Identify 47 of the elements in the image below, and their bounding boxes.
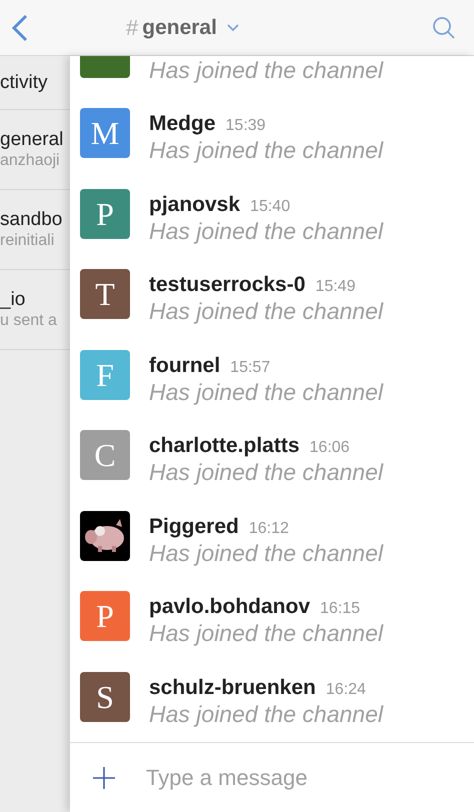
back-icon[interactable] bbox=[10, 12, 30, 42]
message-text: Has joined the channel bbox=[149, 619, 383, 647]
channel-item-preview: u sent a bbox=[0, 310, 58, 330]
user-name: Medge bbox=[149, 111, 216, 137]
user-name: Piggered bbox=[149, 514, 239, 540]
channel-title[interactable]: # general bbox=[126, 11, 239, 44]
channel-item-preview: anzhaoji bbox=[0, 150, 61, 170]
channel-name: general bbox=[142, 14, 217, 41]
message-text: Has joined the channel bbox=[149, 297, 383, 325]
message-text: Has joined the channel bbox=[149, 458, 383, 486]
message-text: Has joined the channel bbox=[149, 378, 383, 406]
hash-symbol: # bbox=[126, 14, 138, 42]
chevron-down-icon bbox=[226, 24, 239, 32]
message-text: Has joined the channel bbox=[149, 700, 383, 728]
message-time: 15:39 bbox=[226, 116, 266, 136]
avatar: M bbox=[80, 108, 130, 158]
avatar: C bbox=[80, 430, 130, 480]
message-text: Has joined the channel bbox=[149, 216, 383, 244]
message-time: 16:15 bbox=[320, 599, 360, 619]
message-time: 15:49 bbox=[315, 277, 356, 297]
user-name: charlotte.platts bbox=[149, 433, 300, 459]
message-text: Has joined the channel bbox=[149, 136, 383, 164]
avatar: P bbox=[80, 591, 130, 641]
search-icon[interactable] bbox=[432, 16, 456, 40]
message-text: Has joined the channel bbox=[149, 538, 383, 566]
message-text: Has joined the channel bbox=[149, 56, 383, 84]
channel-item-title: general bbox=[0, 128, 64, 150]
channel-item-preview: reinitiali bbox=[0, 230, 56, 250]
user-name: testuserrocks-0 bbox=[149, 272, 306, 298]
user-name: pjanovsk bbox=[149, 192, 240, 218]
user-name: fournel bbox=[149, 352, 220, 378]
message-time: 16:24 bbox=[326, 680, 366, 700]
message-time: 16:06 bbox=[310, 438, 350, 458]
channel-item-title: _io bbox=[0, 288, 26, 310]
message-time: 16:12 bbox=[248, 518, 289, 538]
channel-item-title: sandbo bbox=[0, 208, 64, 230]
plus-icon[interactable] bbox=[92, 766, 116, 790]
avatar: S bbox=[80, 672, 130, 722]
user-name: pavlo.bohdanov bbox=[149, 594, 310, 620]
user-name: schulz-bruenken bbox=[149, 674, 316, 700]
avatar: T bbox=[80, 269, 130, 319]
message-time: 15:40 bbox=[250, 196, 290, 216]
avatar: F bbox=[80, 350, 130, 400]
avatar: P bbox=[80, 188, 130, 238]
channel-item-title: ctivity bbox=[0, 72, 48, 94]
message-input[interactable]: Type a message bbox=[146, 761, 474, 794]
message-time: 15:57 bbox=[230, 358, 270, 378]
